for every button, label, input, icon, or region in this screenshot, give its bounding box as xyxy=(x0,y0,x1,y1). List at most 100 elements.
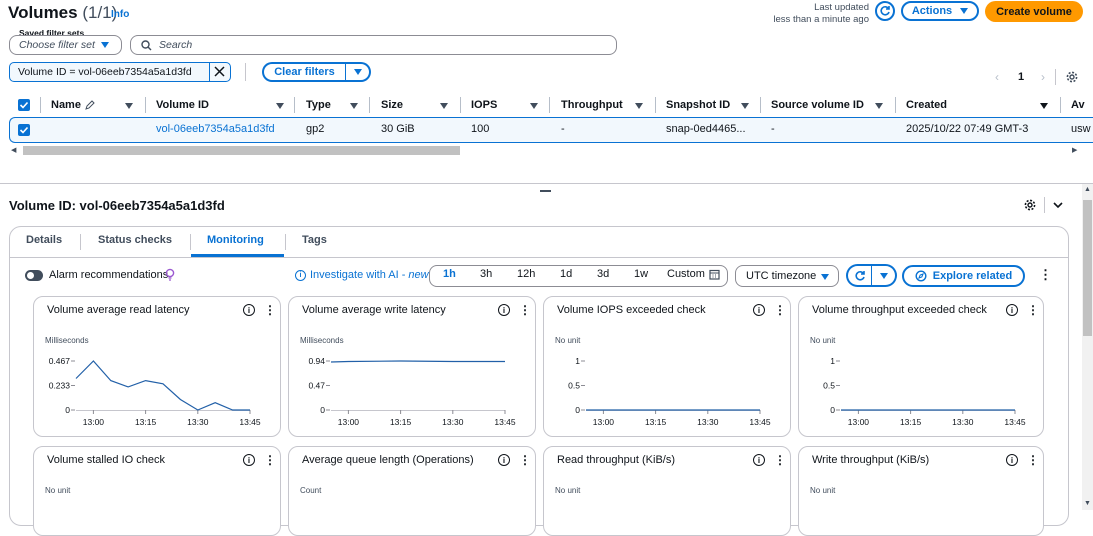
clear-filters-label: Clear filters xyxy=(274,66,335,78)
period-1w[interactable]: 1w xyxy=(634,268,648,280)
column-header-throughput[interactable]: Throughput xyxy=(561,97,623,113)
more-options-icon[interactable]: ⋮ xyxy=(264,453,276,467)
clear-filters-button[interactable]: Clear filters xyxy=(262,62,346,82)
column-divider xyxy=(369,97,370,113)
compass-icon xyxy=(915,270,927,282)
more-options-icon[interactable]: ⋮ xyxy=(519,453,531,467)
calendar-icon[interactable] xyxy=(709,269,720,280)
column-divider xyxy=(145,97,146,113)
tab-status-checks[interactable]: Status checks xyxy=(98,234,172,246)
column-header-volume-id[interactable]: Volume ID xyxy=(156,97,209,113)
refresh-interval-dropdown[interactable] xyxy=(871,264,897,287)
column-header-source-volume-id[interactable]: Source volume ID xyxy=(771,97,864,113)
cell-volume-id[interactable]: vol-06eeb7354a5a1d3fd xyxy=(156,123,275,135)
column-header-created[interactable]: Created xyxy=(906,97,947,113)
select-all-checkbox[interactable] xyxy=(18,99,30,111)
column-divider xyxy=(655,97,656,113)
column-header-iops[interactable]: IOPS xyxy=(471,97,497,113)
sort-desc-icon[interactable] xyxy=(1040,103,1048,109)
horizontal-scrollbar[interactable] xyxy=(23,146,460,155)
sort-icon[interactable] xyxy=(635,103,643,109)
scrollbar-right-arrow[interactable]: ▶ xyxy=(1072,146,1077,154)
tab-divider xyxy=(80,234,81,250)
row-checkbox[interactable] xyxy=(18,124,30,136)
pagination-page[interactable]: 1 xyxy=(1018,71,1024,83)
column-header-size[interactable]: Size xyxy=(381,97,403,113)
metric-card: Volume throughput exceeded check i ⋮ No … xyxy=(798,296,1044,437)
x-tick-label: 13:45 xyxy=(239,417,261,427)
explore-related-label: Explore related xyxy=(932,270,1013,282)
lightbulb-icon xyxy=(165,268,175,281)
y-tick-label: 0 xyxy=(65,405,70,415)
actions-button[interactable]: Actions xyxy=(901,1,979,21)
line-chart: 0.94 0.47 0 13:00 13:15 13:30 13:45 xyxy=(308,356,515,427)
column-header-snapshot-id[interactable]: Snapshot ID xyxy=(666,97,730,113)
metric-card: Volume IOPS exceeded check i ⋮ No unit 1… xyxy=(543,296,791,437)
period-3h[interactable]: 3h xyxy=(480,268,492,280)
sort-icon[interactable] xyxy=(741,103,749,109)
investigate-new: new xyxy=(408,269,429,281)
info-icon[interactable]: i xyxy=(1006,454,1018,466)
pagination-prev[interactable]: ‹ xyxy=(995,70,999,84)
explore-related-button[interactable]: Explore related xyxy=(902,265,1025,287)
refresh-button[interactable] xyxy=(875,1,895,21)
sort-icon[interactable] xyxy=(530,103,538,109)
metric-unit: Count xyxy=(300,486,322,495)
x-tick-label: 13:00 xyxy=(338,417,360,427)
saved-filter-placeholder: Choose filter set xyxy=(19,39,95,51)
metric-unit: No unit xyxy=(555,486,581,495)
column-header-name[interactable]: Name xyxy=(51,97,95,113)
period-3d[interactable]: 3d xyxy=(597,268,609,280)
y-tick-label: 0.5 xyxy=(823,381,835,391)
resize-handle[interactable] xyxy=(540,190,551,192)
period-1h[interactable]: 1h xyxy=(443,268,456,280)
more-options-icon[interactable]: ⋮ xyxy=(1027,453,1039,467)
period-12h[interactable]: 12h xyxy=(517,268,535,280)
cell-size: 30 GiB xyxy=(381,123,415,135)
info-icon[interactable]: i xyxy=(753,454,765,466)
period-1d[interactable]: 1d xyxy=(560,268,572,280)
table-settings-button[interactable] xyxy=(1066,71,1078,86)
remove-filter-button[interactable] xyxy=(213,65,228,79)
sort-icon[interactable] xyxy=(875,103,883,109)
column-header-type[interactable]: Type xyxy=(306,97,331,113)
info-icon[interactable]: i xyxy=(498,454,510,466)
metric-unit: No unit xyxy=(810,486,836,495)
more-options-icon[interactable]: ⋮ xyxy=(774,453,786,467)
y-tick-label: 1 xyxy=(575,356,580,366)
tabs-underline xyxy=(10,257,1068,258)
pagination-next[interactable]: › xyxy=(1041,70,1045,84)
metric-card: Read throughput (KiB/s) i ⋮ No unit xyxy=(543,446,791,536)
column-divider xyxy=(40,97,41,113)
create-volume-button[interactable]: Create volume xyxy=(985,1,1083,22)
sort-icon[interactable] xyxy=(276,103,284,109)
scrollbar-down-arrow[interactable]: ▼ xyxy=(1084,500,1091,507)
series-line xyxy=(75,360,250,411)
tab-tags[interactable]: Tags xyxy=(302,234,327,246)
search-input[interactable]: Search xyxy=(130,35,617,55)
panel-settings-button[interactable] xyxy=(1024,199,1036,214)
timezone-select[interactable]: UTC timezone xyxy=(735,265,839,287)
column-header-az[interactable]: Av xyxy=(1071,97,1085,113)
scrollbar-up-arrow[interactable]: ▲ xyxy=(1084,186,1091,193)
more-options-icon[interactable]: ⋮ xyxy=(1039,268,1052,281)
column-divider xyxy=(895,97,896,113)
refresh-metrics-button[interactable] xyxy=(846,264,872,287)
alarm-toggle[interactable] xyxy=(25,270,43,281)
saved-filter-select[interactable]: Choose filter set xyxy=(9,35,122,55)
sort-icon[interactable] xyxy=(440,103,448,109)
investigate-ai-link[interactable]: i Investigate with AI - new xyxy=(295,269,429,281)
info-icon[interactable]: i xyxy=(243,454,255,466)
sort-icon[interactable] xyxy=(350,103,358,109)
collapse-panel-button[interactable] xyxy=(1052,199,1064,214)
tab-monitoring[interactable]: Monitoring xyxy=(207,234,264,246)
info-link[interactable]: Info xyxy=(111,9,129,20)
scrollbar-left-arrow[interactable]: ◀ xyxy=(11,146,16,154)
period-custom[interactable]: Custom xyxy=(667,268,705,280)
clear-filters-dropdown[interactable] xyxy=(345,62,371,82)
metric-card: Average queue length (Operations) i ⋮ Co… xyxy=(288,446,536,536)
sort-icon[interactable] xyxy=(125,103,133,109)
divider xyxy=(1044,197,1045,213)
tab-details[interactable]: Details xyxy=(26,234,62,246)
vertical-scrollbar[interactable] xyxy=(1083,200,1092,336)
